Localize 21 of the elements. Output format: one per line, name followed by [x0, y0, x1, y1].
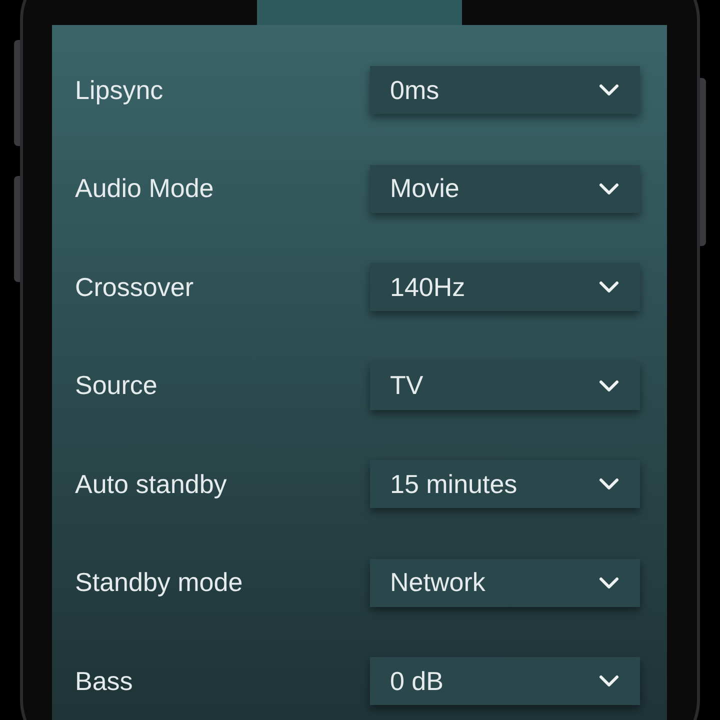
setting-label: Lipsync — [75, 74, 164, 107]
setting-label: Source — [75, 369, 158, 402]
chevron-down-icon — [598, 576, 620, 590]
setting-dropdown[interactable]: 15 minutes — [370, 460, 640, 508]
chevron-down-icon — [598, 674, 620, 688]
setting-label: Bass — [75, 664, 133, 698]
setting-dropdown[interactable]: Movie — [370, 164, 640, 213]
chevron-down-icon — [598, 378, 620, 393]
setting-label: Crossover — [75, 270, 194, 304]
setting-dropdown[interactable]: TV — [370, 362, 640, 410]
chevron-down-icon — [598, 83, 620, 98]
chevron-down-icon — [598, 477, 620, 492]
setting-label: Auto standby — [75, 468, 227, 501]
chevron-down-icon — [598, 280, 620, 294]
setting-dropdown[interactable]: 140Hz — [370, 263, 640, 312]
setting-dropdown[interactable]: 0ms — [370, 66, 640, 114]
chevron-down-icon — [598, 182, 620, 196]
setting-dropdown[interactable]: Network — [370, 558, 640, 607]
setting-label: Standby mode — [75, 566, 243, 600]
setting-dropdown[interactable]: 0 dB — [370, 657, 640, 706]
setting-label: Audio Mode — [75, 172, 214, 206]
